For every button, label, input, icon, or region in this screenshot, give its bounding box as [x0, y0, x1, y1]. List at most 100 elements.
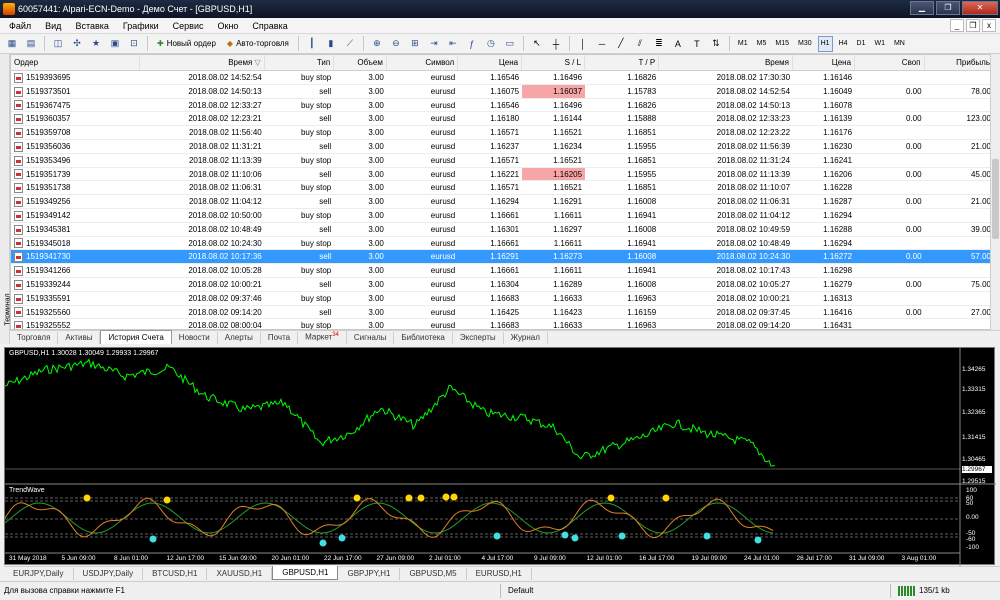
- horizontal-line-icon[interactable]: ─: [594, 36, 610, 52]
- terminal-tab[interactable]: Почта: [261, 332, 299, 344]
- menu-charts[interactable]: Графики: [116, 18, 166, 34]
- table-row[interactable]: 1519341730 2018.08.02 10:17:36 sell 3.00 eur…: [11, 250, 994, 265]
- column-symbol[interactable]: Символ: [387, 55, 459, 70]
- indicators-icon[interactable]: ƒ: [464, 36, 480, 52]
- menu-view[interactable]: Вид: [38, 18, 68, 34]
- tile-windows-icon[interactable]: ⊞: [407, 36, 423, 52]
- column-profit[interactable]: Прибыль: [925, 55, 994, 70]
- cursor-icon[interactable]: ↖: [529, 36, 545, 52]
- terminal-tab[interactable]: Маркет34: [298, 329, 347, 344]
- column-volume[interactable]: Объем: [334, 55, 387, 70]
- menu-tools[interactable]: Сервис: [166, 18, 211, 34]
- navigator-icon[interactable]: ★: [88, 36, 104, 52]
- mdi-restore-button[interactable]: ❐: [966, 19, 980, 32]
- market-watch-icon[interactable]: ◫: [50, 36, 66, 52]
- table-row[interactable]: 1519325560 2018.08.02 09:14:20 sell 3.00 eur…: [11, 306, 994, 320]
- table-row[interactable]: 1519359708 2018.08.02 11:56:40 buy stop 3.0…: [11, 126, 994, 140]
- templates-icon[interactable]: ▭: [502, 36, 518, 52]
- terminal-tab[interactable]: Библиотека: [394, 332, 453, 344]
- data-window-icon[interactable]: ✣: [69, 36, 85, 52]
- text-icon[interactable]: A: [670, 36, 686, 52]
- table-row[interactable]: 1519351739 2018.08.02 11:10:06 sell 3.00 eur…: [11, 167, 994, 182]
- table-row[interactable]: 1519345381 2018.08.02 10:48:49 sell 3.00 eur…: [11, 223, 994, 237]
- column-close-price[interactable]: Цена: [793, 55, 856, 70]
- terminal-tab[interactable]: Торговля: [10, 332, 59, 344]
- table-row[interactable]: 1519339244 2018.08.02 10:00:21 sell 3.00 eur…: [11, 278, 994, 292]
- menu-insert[interactable]: Вставка: [68, 18, 115, 34]
- minimize-button[interactable]: ▁: [910, 1, 934, 15]
- chart-tab[interactable]: GBPUSD,M5: [400, 568, 467, 580]
- close-button[interactable]: ✕: [962, 1, 998, 15]
- column-swap[interactable]: Своп: [855, 55, 925, 70]
- new-order-button[interactable]: ✚ Новый ордер: [153, 36, 220, 52]
- mdi-close-button[interactable]: x: [982, 19, 996, 32]
- table-row[interactable]: 1519325552 2018.08.02 08:00:04 buy stop 3.0…: [11, 319, 994, 329]
- terminal-tab[interactable]: Активы: [58, 332, 101, 344]
- bar-chart-icon[interactable]: ┃: [304, 36, 320, 52]
- fibonacci-icon[interactable]: ≣: [651, 36, 667, 52]
- terminal-tab[interactable]: Эксперты: [453, 332, 504, 344]
- timeframe-mn[interactable]: MN: [891, 36, 908, 52]
- table-row[interactable]: 1519351738 2018.08.02 11:06:31 buy stop 3.0…: [11, 181, 994, 196]
- periods-icon[interactable]: ◷: [483, 36, 499, 52]
- chart-tab[interactable]: EURJPY,Daily: [4, 568, 74, 580]
- table-row[interactable]: 1519356036 2018.08.02 11:31:21 sell 3.00 eur…: [11, 140, 994, 154]
- strategy-tester-icon[interactable]: ⊡: [126, 36, 142, 52]
- autotrading-button[interactable]: ◆ Авто-торговля: [223, 36, 293, 52]
- table-row[interactable]: 1519341266 2018.08.02 10:05:28 buy stop 3.0…: [11, 264, 994, 278]
- zoom-out-icon[interactable]: ⊖: [388, 36, 404, 52]
- timeframe-m5[interactable]: M5: [754, 36, 770, 52]
- maximize-button[interactable]: ❐: [936, 1, 960, 15]
- column-tp[interactable]: T / P: [585, 55, 660, 70]
- candlestick-icon[interactable]: ▮: [323, 36, 339, 52]
- trendline-icon[interactable]: ╱: [613, 36, 629, 52]
- table-row[interactable]: 1519349256 2018.08.02 11:04:12 sell 3.00 eur…: [11, 195, 994, 209]
- chart-shift-icon[interactable]: ⇤: [445, 36, 461, 52]
- profiles-icon[interactable]: ▤: [23, 36, 39, 52]
- chart-tab[interactable]: XAUUSD,H1: [207, 568, 273, 580]
- line-chart-icon[interactable]: ⟋: [342, 36, 358, 52]
- chart-tab[interactable]: USDJPY,Daily: [74, 568, 144, 580]
- table-row[interactable]: 1519367475 2018.08.02 12:33:27 buy stop 3.0…: [11, 99, 994, 113]
- terminal-icon[interactable]: ▣: [107, 36, 123, 52]
- timeframe-m1[interactable]: M1: [735, 36, 751, 52]
- zoom-in-icon[interactable]: ⊕: [369, 36, 385, 52]
- menu-window[interactable]: Окно: [211, 18, 246, 34]
- menu-help[interactable]: Справка: [245, 18, 294, 34]
- column-close-time[interactable]: Время: [659, 55, 794, 70]
- chart-tab[interactable]: GBPUSD,H1: [272, 566, 339, 580]
- terminal-tab[interactable]: Алерты: [218, 332, 261, 344]
- new-chart-icon[interactable]: ▦: [4, 36, 20, 52]
- vertical-line-icon[interactable]: │: [575, 36, 591, 52]
- chart-tab[interactable]: BTCUSD,H1: [143, 568, 208, 580]
- timeframe-d1[interactable]: D1: [854, 36, 869, 52]
- auto-scroll-icon[interactable]: ⇥: [426, 36, 442, 52]
- column-type[interactable]: Тип: [265, 55, 335, 70]
- table-row[interactable]: 1519353496 2018.08.02 11:13:39 buy stop 3.0…: [11, 154, 994, 168]
- table-row[interactable]: 1519349142 2018.08.02 10:50:00 buy stop 3.0…: [11, 209, 994, 223]
- timeframe-h1[interactable]: H1: [817, 35, 833, 52]
- crosshair-icon[interactable]: ┼: [548, 36, 564, 52]
- arrows-icon[interactable]: ⇅: [708, 36, 724, 52]
- label-icon[interactable]: T: [689, 36, 705, 52]
- column-order[interactable]: Ордер: [11, 55, 141, 70]
- menu-file[interactable]: Файл: [2, 18, 38, 34]
- timeframe-m30[interactable]: M30: [795, 36, 815, 52]
- terminal-tab[interactable]: Новости: [172, 332, 218, 344]
- table-scrollbar[interactable]: [990, 54, 1000, 330]
- table-row[interactable]: 1519373501 2018.08.02 14:50:13 sell 3.00 eur…: [11, 84, 994, 99]
- timeframe-w1[interactable]: W1: [871, 36, 888, 52]
- terminal-tab[interactable]: Журнал: [504, 332, 548, 344]
- mdi-minimize-button[interactable]: _: [950, 19, 964, 32]
- table-row[interactable]: 1519335591 2018.08.02 09:37:46 buy stop 3.0…: [11, 292, 994, 306]
- terminal-tab[interactable]: История Счета: [100, 330, 172, 344]
- chart-window[interactable]: GBPUSD,H1 1.30028 1.30049 1.29933 1.2996…: [4, 347, 996, 566]
- timeframe-h4[interactable]: H4: [836, 36, 851, 52]
- scrollbar-thumb[interactable]: [992, 159, 999, 239]
- table-row[interactable]: 1519393695 2018.08.02 14:52:54 buy stop 3.0…: [11, 71, 994, 85]
- terminal-tab[interactable]: Сигналы: [347, 332, 395, 344]
- chart-tab[interactable]: EURUSD,H1: [467, 568, 532, 580]
- channel-icon[interactable]: ⫽: [632, 36, 648, 52]
- table-row[interactable]: 1519345018 2018.08.02 10:24:30 buy stop 3.0…: [11, 237, 994, 251]
- column-sl[interactable]: S / L: [522, 55, 586, 70]
